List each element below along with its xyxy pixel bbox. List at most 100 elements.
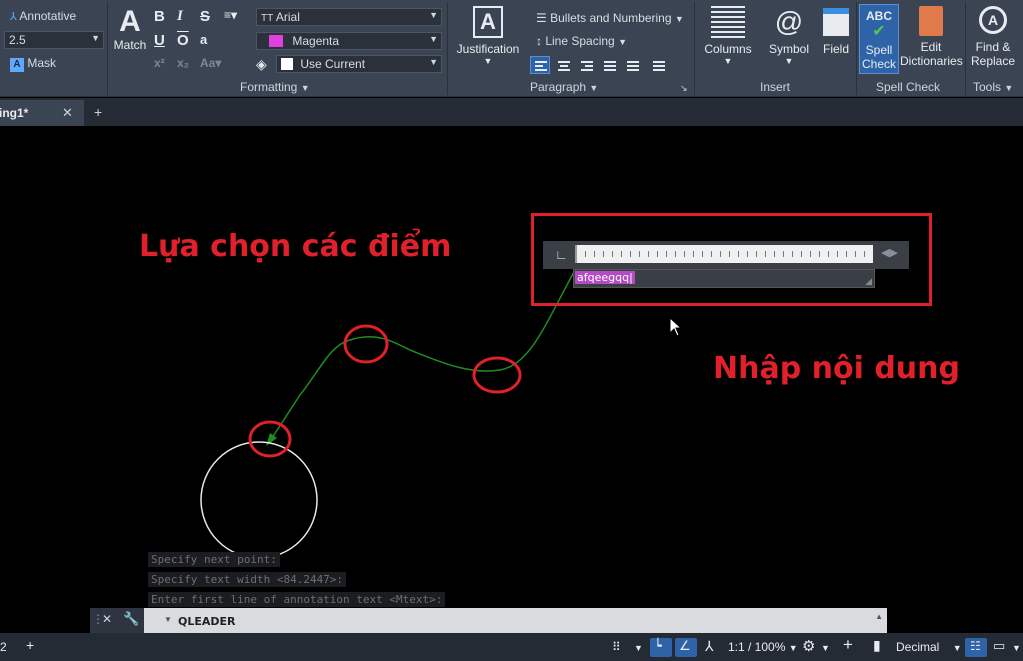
align-left-button[interactable]	[530, 56, 550, 74]
chevron-down-icon: ▼	[788, 643, 798, 653]
tab-drawing1[interactable]: ing1* ✕	[0, 100, 84, 126]
at-symbol-icon: @	[774, 6, 804, 37]
background-mask-icon: ◈	[256, 56, 267, 72]
plus-icon[interactable]: +	[843, 635, 853, 655]
align-center-button[interactable]	[553, 56, 573, 74]
italic-button[interactable]: I	[177, 8, 183, 25]
panel-separator	[965, 2, 966, 95]
paragraph-panel-title[interactable]: Paragraph ▼	[530, 80, 598, 94]
annotation-enter-content: Nhập nội dung	[713, 351, 960, 386]
grid-icon[interactable]: ⠿	[612, 640, 621, 654]
chevron-down-icon: ▼	[723, 56, 733, 66]
distribute-button[interactable]	[622, 56, 642, 74]
chevron-down-icon: ▼	[429, 57, 438, 67]
gear-icon[interactable]: ⚙	[802, 637, 815, 655]
units-select[interactable]: Decimal ▼	[896, 640, 962, 654]
symbol-button[interactable]: @ Symbol ▼	[764, 6, 814, 66]
subscript-button[interactable]: x₂	[177, 56, 189, 70]
scale-select[interactable]: 1:1 / 100% ▼	[728, 640, 798, 654]
chevron-down-icon: ▼	[91, 33, 100, 43]
window-icon[interactable]: ▭	[993, 638, 1005, 654]
line-spacing-button[interactable]: ↕ Line Spacing ▼	[536, 34, 627, 48]
annotation-select-points: Lựa chọn các điểm	[139, 229, 452, 264]
quick-properties-icon: ☷	[970, 639, 981, 653]
formatting-panel-title[interactable]: Formatting ▼	[240, 80, 310, 94]
white-swatch	[281, 58, 293, 70]
justification-icon: A	[473, 6, 503, 38]
customize-wrench-icon[interactable]: 🔧	[123, 611, 139, 627]
match-brush-icon: A	[119, 5, 141, 38]
match-button[interactable]: A Match	[112, 5, 148, 53]
editor-highlight-box	[531, 213, 932, 306]
annotation-scale-icon[interactable]: ⅄	[705, 638, 714, 655]
overline-button[interactable]: O	[177, 32, 189, 49]
annotative-icon: ⅄	[10, 11, 17, 23]
mask-button[interactable]: A Mask	[10, 56, 56, 72]
close-icon[interactable]: ✕	[102, 612, 112, 626]
truetype-font-icon: TT	[261, 13, 274, 24]
find-replace-button[interactable]: A Find & Replace	[970, 6, 1016, 68]
field-icon	[823, 8, 849, 36]
properties-icon[interactable]: ▮	[873, 637, 881, 654]
align-right-button[interactable]	[576, 56, 596, 74]
close-icon[interactable]: ✕	[62, 105, 73, 121]
chevron-down-icon: ▼	[483, 56, 493, 66]
new-tab-button[interactable]: +	[94, 104, 102, 120]
ribbon: ⅄ Annotative 2.5 ▼ A Mask A Match B I S …	[0, 0, 1023, 97]
chevron-down-icon: ▼	[1004, 83, 1014, 93]
columns-button[interactable]: Columns ▼	[700, 6, 756, 66]
annotative-toggle[interactable]: ⅄ Annotative	[10, 9, 76, 23]
command-history-line: Specify next point:	[148, 552, 280, 567]
change-case-button[interactable]: Aa▾	[200, 56, 221, 70]
chevron-down-icon: ▼	[429, 10, 438, 20]
line-spacing-icon: ↕	[536, 34, 542, 48]
justification-button[interactable]: A Justification ▼	[455, 6, 521, 66]
tools-panel-title[interactable]: Tools ▼	[973, 80, 1013, 94]
stack-icon[interactable]: ≡▾	[224, 8, 237, 22]
bullets-numbering-button[interactable]: ☰ Bullets and Numbering ▼	[536, 11, 684, 25]
panel-separator	[694, 2, 695, 95]
layout-tab-partial[interactable]: 2	[0, 640, 7, 654]
dialog-launcher-icon[interactable]: ↘	[680, 83, 688, 94]
paragraph-settings-button[interactable]	[648, 56, 668, 74]
insert-panel-title: Insert	[760, 80, 791, 94]
status-bar: 2 + ⠿ ▼ ┕ ∠ ⅄ 1:1 / 100% ▼ ⚙ ▼ + ▮ Decim…	[0, 633, 1023, 661]
font-select[interactable]: TT Arial ▼	[256, 8, 442, 26]
ortho-toggle[interactable]: ┕	[650, 638, 672, 657]
document-tab-bar: ing1* ✕ +	[0, 98, 1023, 126]
text-height-field[interactable]: 2.5 ▼	[4, 31, 104, 49]
chevron-down-icon: ▼	[589, 83, 599, 93]
superscript-button[interactable]: x²	[154, 56, 165, 70]
chevron-down-icon[interactable]: ▼	[821, 643, 830, 653]
checkmark-icon: ✔	[872, 23, 886, 40]
quick-properties-toggle[interactable]: ☷	[965, 638, 987, 657]
background-select[interactable]: Use Current ▼	[276, 55, 442, 73]
color-swatch	[269, 35, 283, 47]
mask-icon: A	[10, 58, 24, 72]
spell-check-button[interactable]: ABC ✔ Spell Check	[859, 4, 899, 74]
panel-separator	[447, 2, 448, 95]
command-line-controls: ⋮ ✕ 🔧	[90, 608, 144, 633]
color-select[interactable]: Magenta ▼	[256, 32, 442, 50]
chevron-down-icon[interactable]: ▼	[634, 643, 643, 653]
edit-dictionaries-button[interactable]: Edit Dictionaries	[900, 6, 963, 68]
mouse-cursor-icon	[670, 318, 683, 337]
command-input[interactable]: QLEADER	[178, 615, 236, 628]
command-line: ⋮ ✕ 🔧 ▼ QLEADER ▲	[90, 608, 887, 633]
command-history-line: Specify text width <84.2447>:	[148, 572, 347, 587]
case-icon[interactable]: a	[200, 32, 207, 47]
underline-button[interactable]: U	[154, 32, 165, 49]
recent-commands-icon[interactable]: ▼	[164, 615, 172, 624]
field-button[interactable]: Field	[818, 6, 854, 56]
chevron-down-icon[interactable]: ▼	[1012, 643, 1021, 653]
strikethrough-button[interactable]: S	[200, 8, 210, 25]
chevron-down-icon: ▼	[618, 37, 627, 47]
command-line-scroll-icon[interactable]: ▲	[875, 612, 883, 621]
bold-button[interactable]: B	[154, 8, 165, 25]
add-layout-button[interactable]: +	[26, 637, 34, 653]
magnifier-icon: A	[979, 6, 1007, 34]
spell-check-panel-title: Spell Check	[876, 80, 941, 94]
justify-button[interactable]	[599, 56, 619, 74]
polar-toggle[interactable]: ∠	[675, 638, 697, 657]
command-history-line: Enter first line of annotation text <Mte…	[148, 592, 446, 607]
